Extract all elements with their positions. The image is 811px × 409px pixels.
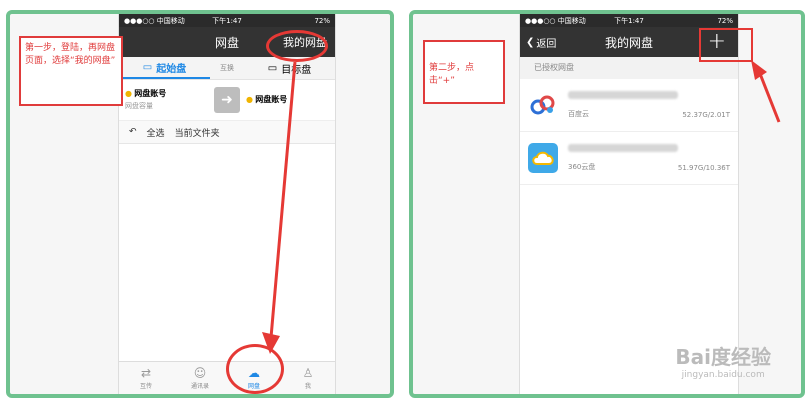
watermark: Bai度经验 jingyan.baidu.com	[675, 341, 771, 380]
annotation-arrow	[751, 60, 781, 123]
annotation-arrow	[262, 61, 297, 354]
step1-panel: ●●●○○ 中国移动 下午1:47 72% 网盘 我的网盘 ▭ 起始盘 互换 ▭…	[6, 10, 394, 398]
watermark-url: jingyan.baidu.com	[681, 370, 765, 380]
watermark-logo: Bai度经验	[675, 345, 771, 369]
step2-panel: ●●●○○ 中国移动 下午1:47 72% ❮ 返回 我的网盘 + 已授权网盘	[409, 10, 805, 398]
